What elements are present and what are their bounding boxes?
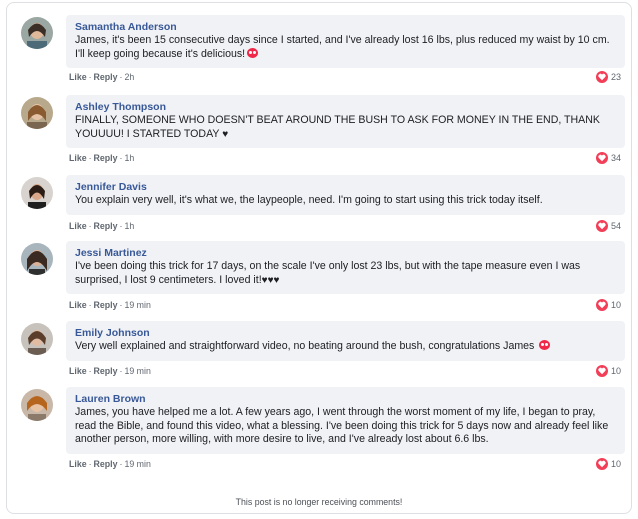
comment-time[interactable]: 2h bbox=[124, 72, 134, 82]
comment-bubble: Jessi Martinez I've been doing this tric… bbox=[66, 241, 625, 294]
comment-author[interactable]: Ashley Thompson bbox=[75, 100, 616, 114]
comment-author[interactable]: Emily Johnson bbox=[75, 326, 616, 340]
comment-time[interactable]: 19 min bbox=[124, 459, 150, 469]
avatar[interactable] bbox=[21, 177, 53, 209]
reply-link[interactable]: Reply bbox=[94, 221, 118, 231]
comment-bubble: Ashley Thompson FINALLY, SOMEONE WHO DOE… bbox=[66, 95, 625, 148]
reaction-number: 54 bbox=[610, 221, 621, 231]
comment-author[interactable]: Jessi Martinez bbox=[75, 246, 616, 260]
avatar[interactable] bbox=[21, 97, 53, 129]
heart-reaction-icon bbox=[595, 458, 608, 470]
avatar[interactable] bbox=[21, 323, 53, 355]
comment-bubble: Jennifer Davis You explain very well, it… bbox=[66, 175, 625, 215]
reaction-number: 10 bbox=[610, 300, 621, 310]
comment-bubble: Lauren Brown James, you have helped me a… bbox=[66, 387, 625, 454]
comment-actions: Like · Reply · 19 min bbox=[69, 366, 151, 376]
comment-author[interactable]: Samantha Anderson bbox=[75, 20, 616, 34]
heart-reaction-icon bbox=[595, 71, 608, 83]
like-link[interactable]: Like bbox=[69, 459, 87, 469]
reply-link[interactable]: Reply bbox=[94, 72, 118, 82]
reaction-count[interactable]: 23 bbox=[595, 71, 621, 83]
reply-link[interactable]: Reply bbox=[94, 366, 118, 376]
heart-reaction-icon bbox=[595, 220, 608, 232]
comment-time[interactable]: 19 min bbox=[124, 300, 150, 310]
comment-text: James, it's been 15 consecutive days sin… bbox=[75, 34, 610, 60]
comment-actions: Like · Reply · 19 min bbox=[69, 459, 151, 469]
comment-text: I've been doing this trick for 17 days, … bbox=[75, 260, 581, 286]
comment-text: You explain very well, it's what we, the… bbox=[75, 194, 543, 206]
comment-time[interactable]: 1h bbox=[124, 221, 134, 231]
like-link[interactable]: Like bbox=[69, 221, 87, 231]
comment-text: Very well explained and straightforward … bbox=[75, 340, 616, 354]
comments-panel: Samantha Anderson James, it's been 15 co… bbox=[6, 2, 632, 514]
like-link[interactable]: Like bbox=[69, 300, 87, 310]
like-link[interactable]: Like bbox=[69, 72, 87, 82]
reply-link[interactable]: Reply bbox=[94, 300, 118, 310]
heart-reaction-icon bbox=[595, 152, 608, 164]
avatar[interactable] bbox=[21, 389, 53, 421]
reply-link[interactable]: Reply bbox=[94, 153, 118, 163]
comment-time[interactable]: 1h bbox=[124, 153, 134, 163]
reaction-number: 34 bbox=[610, 153, 621, 163]
heart-eyes-emoji-icon bbox=[247, 47, 259, 58]
comment-actions: Like · Reply · 1h bbox=[69, 221, 135, 231]
comment-text: FINALLY, SOMEONE WHO DOESN'T BEAT AROUND… bbox=[75, 114, 600, 140]
like-link[interactable]: Like bbox=[69, 366, 87, 376]
comment-author[interactable]: Jennifer Davis bbox=[75, 180, 616, 194]
avatar[interactable] bbox=[21, 17, 53, 49]
reaction-number: 10 bbox=[610, 366, 621, 376]
comment-bubble: Samantha Anderson James, it's been 15 co… bbox=[66, 15, 625, 68]
comment-bubble: Emily Johnson Very well explained and st… bbox=[66, 321, 625, 361]
reaction-number: 10 bbox=[610, 459, 621, 469]
reaction-count[interactable]: 10 bbox=[595, 299, 621, 311]
comment-actions: Like · Reply · 19 min bbox=[69, 300, 151, 310]
reaction-count[interactable]: 10 bbox=[595, 365, 621, 377]
reply-link[interactable]: Reply bbox=[94, 459, 118, 469]
reaction-count[interactable]: 54 bbox=[595, 220, 621, 232]
reaction-count[interactable]: 10 bbox=[595, 458, 621, 470]
comment-text: James, you have helped me a lot. A few y… bbox=[75, 406, 609, 445]
reaction-count[interactable]: 34 bbox=[595, 152, 621, 164]
comment-actions: Like · Reply · 2h bbox=[69, 72, 135, 82]
black-heart-emoji: ♥ bbox=[222, 128, 229, 140]
avatar[interactable] bbox=[21, 243, 53, 275]
comment-time[interactable]: 19 min bbox=[124, 366, 150, 376]
heart-reaction-icon bbox=[595, 299, 608, 311]
like-link[interactable]: Like bbox=[69, 153, 87, 163]
heart-reaction-icon bbox=[595, 365, 608, 377]
heart-eyes-emoji-icon bbox=[539, 340, 551, 350]
comment-author[interactable]: Lauren Brown bbox=[75, 392, 616, 406]
reaction-number: 23 bbox=[610, 72, 621, 82]
comment-actions: Like · Reply · 1h bbox=[69, 153, 135, 163]
black-hearts-emoji: ♥♥♥ bbox=[261, 274, 280, 286]
comments-closed-notice: This post is no longer receiving comment… bbox=[235, 497, 403, 507]
